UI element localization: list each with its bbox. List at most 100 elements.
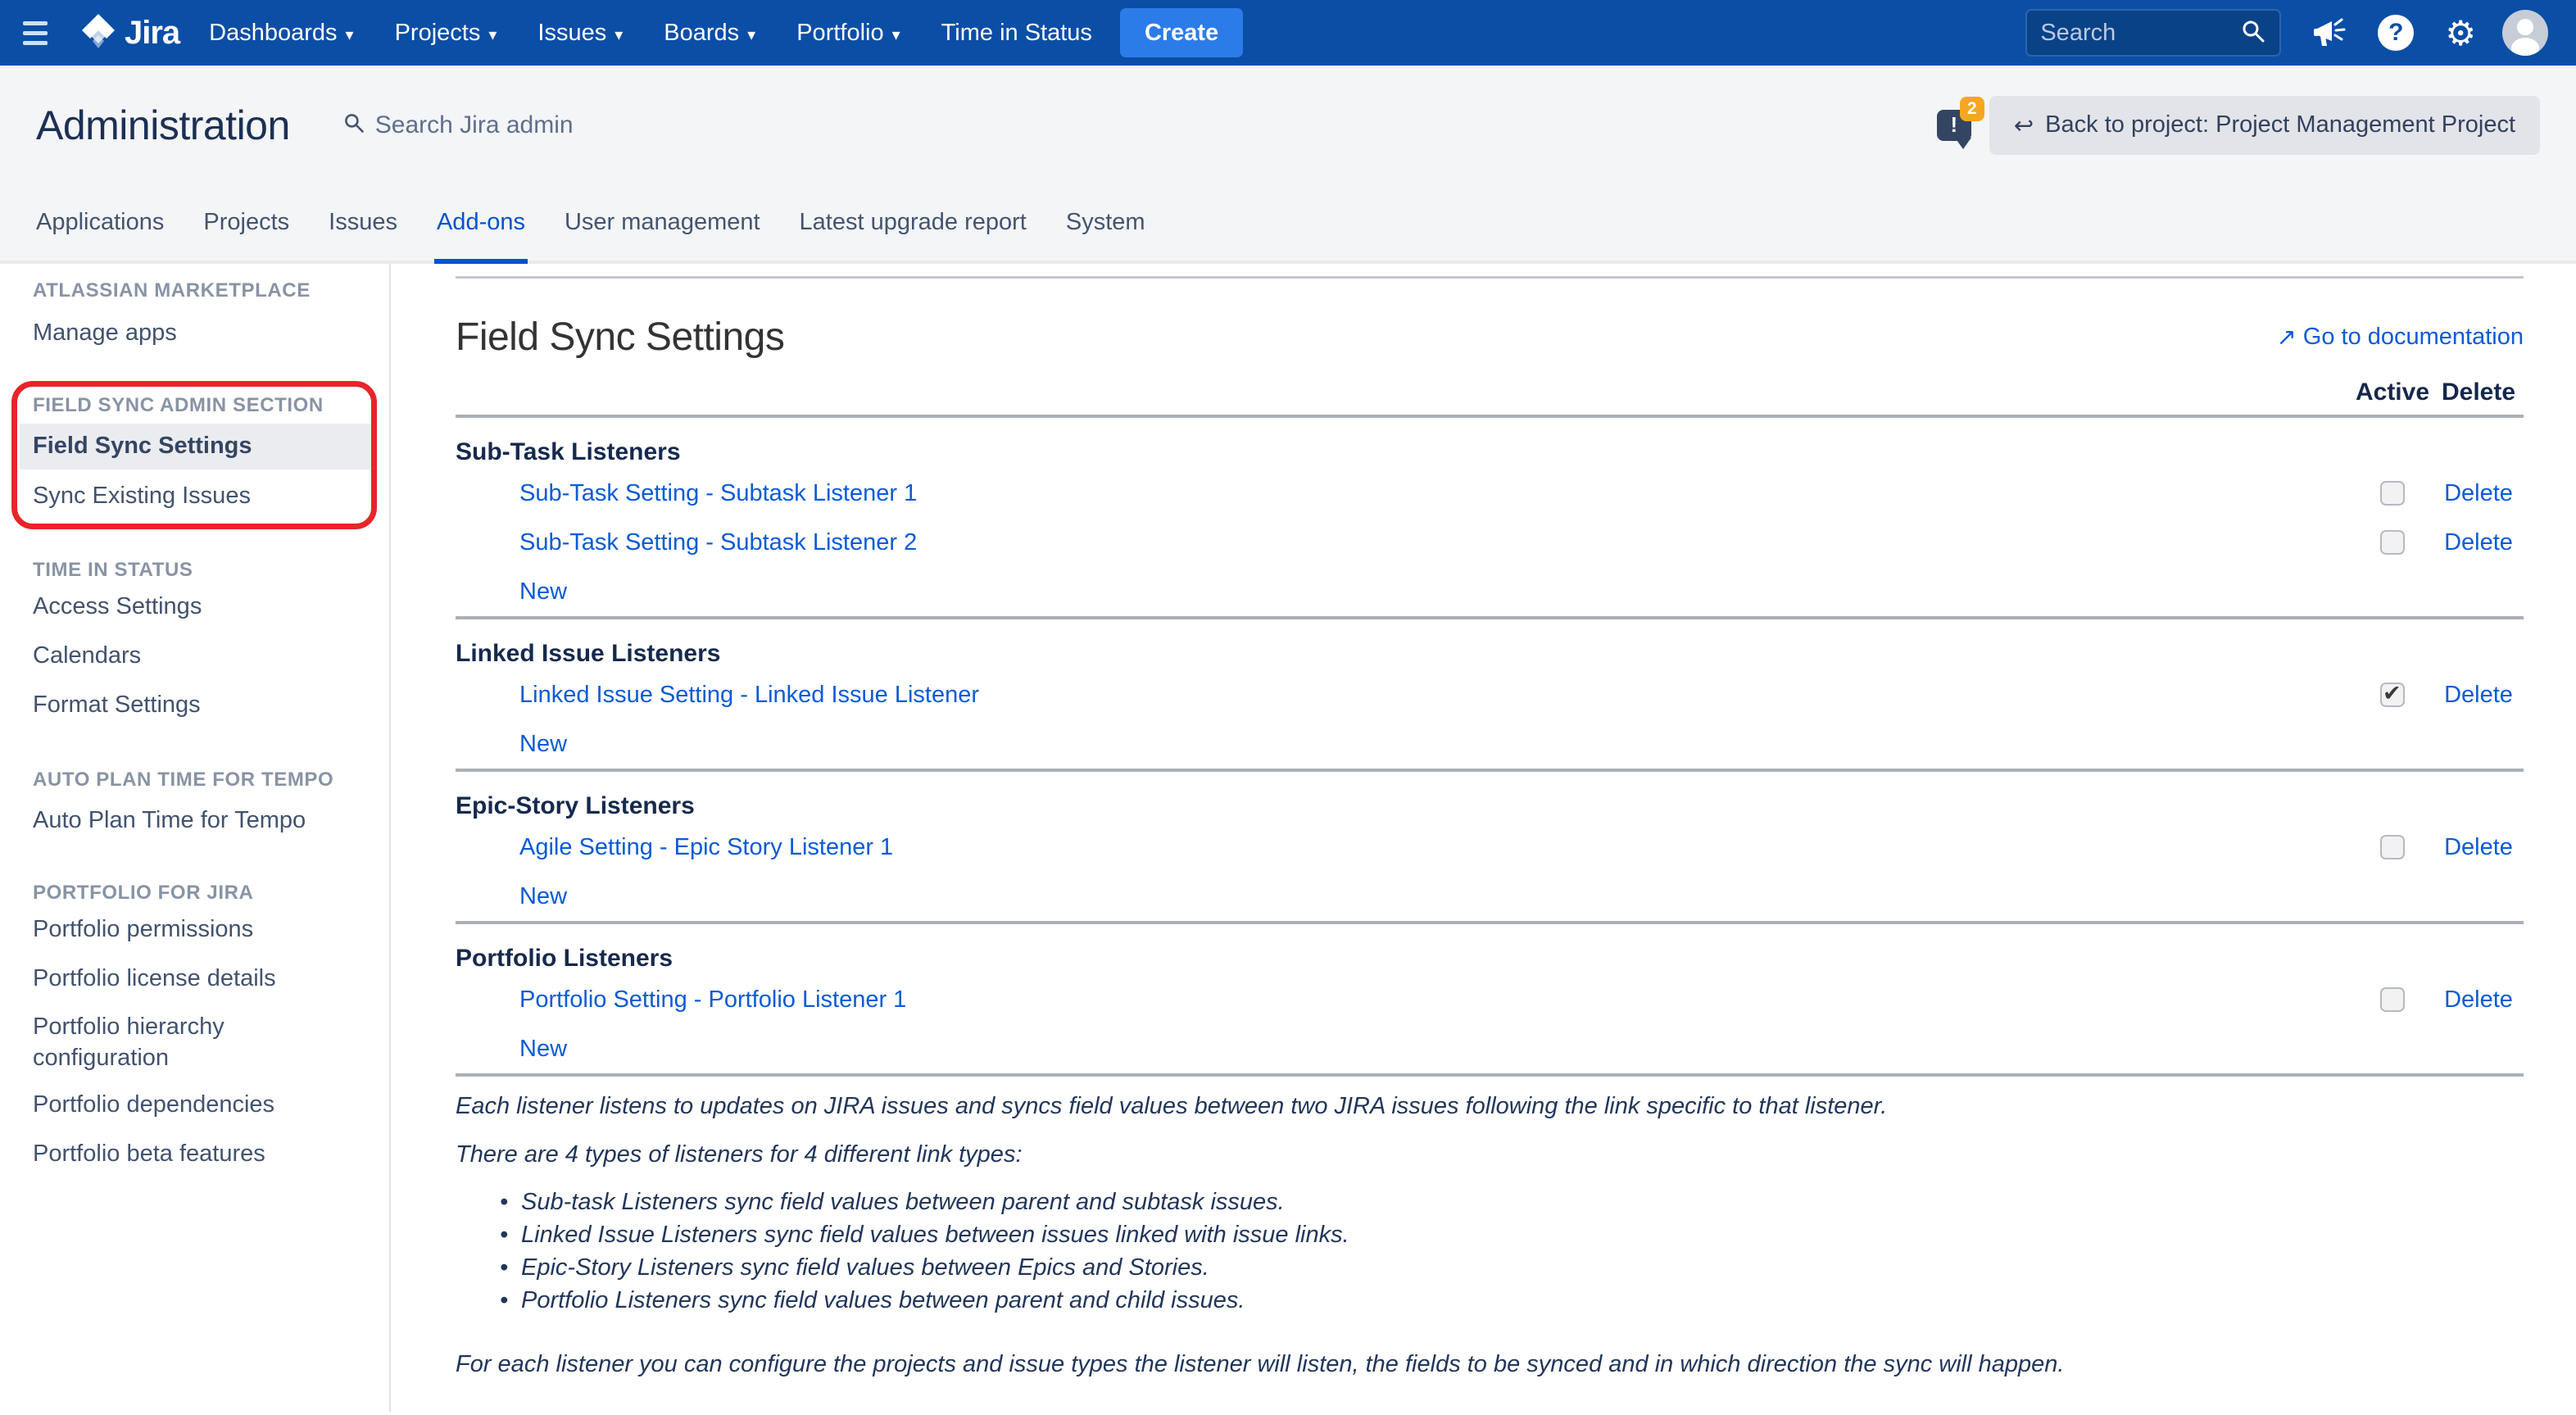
sidebar-item-portfolio-license-details[interactable]: Portfolio license details — [0, 955, 389, 1004]
back-to-project-button[interactable]: ↩ Back to project: Project Management Pr… — [1989, 96, 2540, 155]
sidebar-item-manage-apps[interactable]: Manage apps — [0, 309, 389, 358]
description-paragraph: There are 4 types of listeners for 4 dif… — [456, 1136, 2524, 1172]
hamburger-menu-icon[interactable] — [23, 15, 59, 51]
delete-link[interactable]: Delete — [2444, 529, 2513, 556]
nav-dashboards[interactable]: Dashboards▾ — [209, 20, 353, 47]
listeners-table: Sub-Task Listeners Sub-Task Setting - Su… — [456, 415, 2524, 1077]
nav-boards[interactable]: Boards▾ — [664, 20, 755, 47]
sidebar-item-portfolio-beta-features[interactable]: Portfolio beta features — [0, 1130, 389, 1179]
external-arrow-icon: ↗ — [2276, 323, 2296, 351]
listener-link[interactable]: Portfolio Setting - Portfolio Listener 1 — [519, 986, 906, 1014]
sidebar-item-sync-existing-issues[interactable]: Sync Existing Issues — [0, 472, 389, 521]
notification-badge: 2 — [1960, 97, 1984, 121]
tab-system[interactable]: System — [1064, 184, 1148, 261]
section-title: Field Sync Settings — [456, 315, 784, 360]
section-heading: Portfolio Listeners — [456, 942, 2524, 975]
active-checkbox[interactable] — [2380, 481, 2405, 506]
sub-task-listeners-section: Sub-Task Listeners Sub-Task Setting - Su… — [456, 415, 2524, 616]
listener-row: Portfolio Setting - Portfolio Listener 1… — [456, 975, 2524, 1024]
help-icon[interactable]: ? — [2378, 15, 2414, 51]
nav-issues[interactable]: Issues▾ — [537, 20, 623, 47]
list-item: Epic-Story Listeners sync field values b… — [521, 1251, 2524, 1284]
new-row: New — [456, 872, 2524, 921]
new-listener-link[interactable]: New — [519, 731, 567, 758]
new-listener-link[interactable]: New — [519, 578, 567, 605]
sidebar-item-portfolio-dependencies[interactable]: Portfolio dependencies — [0, 1081, 389, 1130]
admin-sidebar: ATLASSIAN MARKETPLACE Manage apps FIELD … — [0, 264, 391, 1412]
sidebar-item-portfolio-hierarchy-configuration[interactable]: Portfolio hierarchy configuration — [0, 1004, 389, 1081]
nav-time-in-status[interactable]: Time in Status — [941, 20, 1092, 47]
table-column-headers: Active Delete — [456, 370, 2524, 415]
active-checkbox[interactable] — [2380, 683, 2405, 707]
sidebar-item-portfolio-permissions[interactable]: Portfolio permissions — [0, 905, 389, 955]
listener-link[interactable]: Linked Issue Setting - Linked Issue List… — [519, 682, 979, 709]
tab-user-management[interactable]: User management — [562, 184, 763, 261]
description-paragraph: Each listener listens to updates on JIRA… — [456, 1088, 2524, 1124]
tab-projects[interactable]: Projects — [201, 184, 292, 261]
active-checkbox[interactable] — [2380, 530, 2405, 555]
listener-row: Agile Setting - Epic Story Listener 1 De… — [456, 823, 2524, 872]
sidebar-header-field-sync-admin-section: FIELD SYNC ADMIN SECTION — [0, 393, 389, 418]
new-row: New — [456, 567, 2524, 616]
main-content: Field Sync Settings ↗ Go to documentatio… — [391, 264, 2576, 1412]
nav-projects[interactable]: Projects▾ — [395, 20, 497, 47]
admin-tabs: Applications Projects Issues Add-ons Use… — [0, 184, 2576, 261]
delete-link[interactable]: Delete — [2444, 986, 2513, 1014]
tab-applications[interactable]: Applications — [34, 184, 166, 261]
active-checkbox[interactable] — [2380, 835, 2405, 859]
create-button[interactable]: Create — [1120, 8, 1243, 57]
new-row: New — [456, 719, 2524, 769]
list-item: Sub-task Listeners sync field values bet… — [521, 1186, 2524, 1218]
announcements-icon[interactable] — [2312, 16, 2347, 49]
delete-link[interactable]: Delete — [2444, 682, 2513, 709]
sidebar-item-field-sync-settings[interactable]: Field Sync Settings — [20, 424, 374, 469]
listener-row: Linked Issue Setting - Linked Issue List… — [456, 670, 2524, 719]
navbar-search-input[interactable] — [2040, 20, 2240, 47]
section-heading: Linked Issue Listeners — [456, 637, 2524, 670]
nav-portfolio[interactable]: Portfolio▾ — [796, 20, 900, 47]
listener-link[interactable]: Sub-Task Setting - Subtask Listener 1 — [519, 480, 917, 507]
gear-icon[interactable]: ⚙ — [2445, 13, 2476, 53]
delete-link[interactable]: Delete — [2444, 480, 2513, 507]
chevron-down-icon: ▾ — [892, 25, 900, 44]
tab-latest-upgrade-report[interactable]: Latest upgrade report — [797, 184, 1029, 261]
new-row: New — [456, 1024, 2524, 1073]
delete-link[interactable]: Delete — [2444, 834, 2513, 861]
sidebar-header-atlassian-marketplace: ATLASSIAN MARKETPLACE — [0, 279, 389, 303]
listener-link[interactable]: Sub-Task Setting - Subtask Listener 2 — [519, 529, 917, 556]
notifications-icon[interactable]: ! 2 — [1937, 103, 1981, 147]
section-heading: Sub-Task Listeners — [456, 436, 2524, 469]
section-heading: Epic-Story Listeners — [456, 790, 2524, 823]
sidebar-item-calendars[interactable]: Calendars — [0, 632, 389, 681]
admin-header-band: Administration ! 2 ↩ Back to project: Pr… — [0, 66, 2576, 264]
new-listener-link[interactable]: New — [519, 1036, 567, 1063]
jira-logo-text: Jira — [125, 15, 179, 52]
admin-search-input[interactable] — [375, 111, 621, 139]
listener-types-list: Sub-task Listeners sync field values bet… — [456, 1186, 2524, 1317]
linked-issue-listeners-section: Linked Issue Listeners Linked Issue Sett… — [456, 616, 2524, 769]
new-listener-link[interactable]: New — [519, 883, 567, 910]
search-icon — [2240, 18, 2266, 48]
return-arrow-icon: ↩ — [2014, 111, 2034, 139]
active-checkbox[interactable] — [2380, 987, 2405, 1012]
navbar-search[interactable] — [2025, 9, 2281, 57]
jira-logo[interactable]: Jira — [80, 12, 179, 54]
go-to-documentation-link[interactable]: ↗ Go to documentation — [2276, 323, 2524, 351]
sidebar-item-access-settings[interactable]: Access Settings — [0, 583, 389, 632]
user-avatar[interactable] — [2502, 10, 2548, 56]
search-icon — [342, 111, 365, 138]
chevron-down-icon: ▾ — [615, 25, 623, 44]
sidebar-item-format-settings[interactable]: Format Settings — [0, 681, 389, 730]
listener-link[interactable]: Agile Setting - Epic Story Listener 1 — [519, 834, 893, 861]
tab-add-ons[interactable]: Add-ons — [434, 184, 528, 261]
tab-issues[interactable]: Issues — [326, 184, 400, 261]
sidebar-item-auto-plan-time-for-tempo[interactable]: Auto Plan Time for Tempo — [0, 796, 389, 846]
chevron-down-icon: ▾ — [488, 25, 497, 44]
epic-story-listeners-section: Epic-Story Listeners Agile Setting - Epi… — [456, 769, 2524, 921]
admin-search[interactable] — [342, 111, 621, 139]
column-header-delete: Delete — [2433, 379, 2524, 406]
chevron-down-icon: ▾ — [346, 25, 354, 44]
page-title: Administration — [36, 102, 290, 149]
sidebar-header-portfolio-for-jira: PORTFOLIO FOR JIRA — [0, 881, 389, 905]
sidebar-header-time-in-status: TIME IN STATUS — [0, 558, 389, 583]
